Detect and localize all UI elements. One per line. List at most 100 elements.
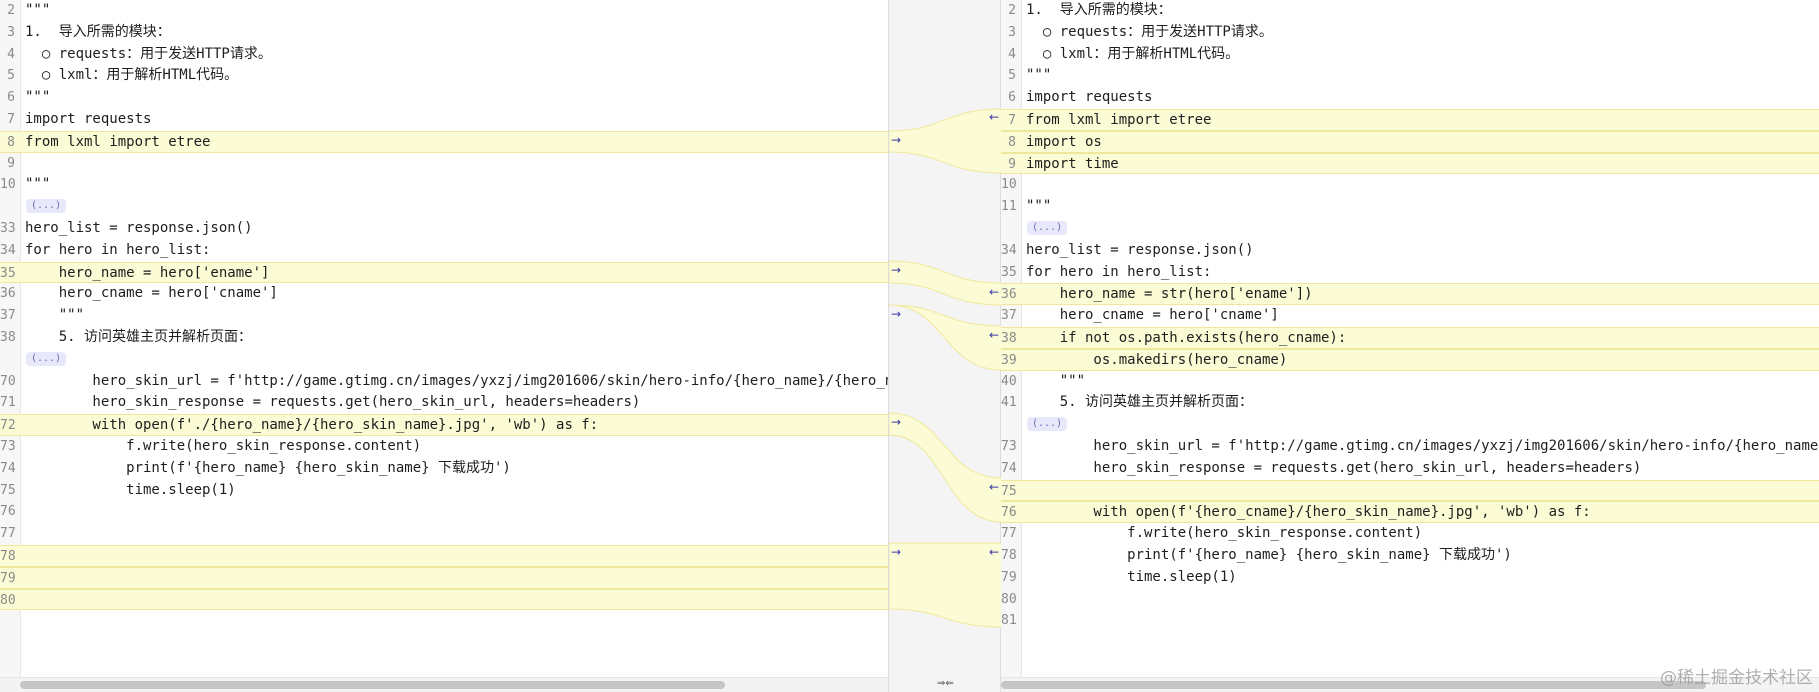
diff-connector-gutter: → ← → ← → ← → ← → ← ⇒⇐ bbox=[888, 0, 1002, 692]
line-number: 77 bbox=[1001, 526, 1017, 542]
line-number: 38 bbox=[1001, 331, 1017, 346]
copy-right-arrow-icon[interactable]: → bbox=[891, 308, 901, 320]
line-number: 70 bbox=[0, 373, 16, 389]
left-scrollbar-thumb[interactable] bbox=[20, 681, 725, 689]
code-line: 4 ○ lxml：用于解析HTML代码。 bbox=[1001, 44, 1819, 66]
code-line: 2 1. 导入所需的模块： bbox=[1001, 0, 1819, 22]
copy-right-arrow-icon[interactable]: → bbox=[891, 416, 901, 428]
code-text: ○ lxml：用于解析HTML代码。 bbox=[1026, 45, 1240, 62]
line-number: 76 bbox=[1001, 505, 1017, 521]
line-number: 7 bbox=[1008, 113, 1016, 128]
code-text: hero_list = response.json() bbox=[25, 220, 253, 236]
code-line: 35 for hero in hero_list: bbox=[1001, 262, 1819, 284]
line-number: 4 bbox=[1008, 46, 1016, 62]
line-number: 81 bbox=[1001, 613, 1017, 629]
code-line: 5 ○ lxml：用于解析HTML代码。 bbox=[0, 65, 888, 87]
code-text: hero_cname = hero['cname'] bbox=[1026, 307, 1279, 324]
code-line: 38 if not os.path.exists(hero_cname): bbox=[1001, 327, 1819, 349]
line-number: 10 bbox=[1001, 177, 1017, 193]
expand-fold-button[interactable]: (...) bbox=[26, 351, 67, 366]
line-number: 37 bbox=[0, 308, 16, 324]
code-line: 6 import requests bbox=[1001, 87, 1819, 109]
copy-left-arrow-icon[interactable]: ← bbox=[989, 286, 999, 298]
code-line: 73 hero_skin_url = f'http://game.gtimg.c… bbox=[1001, 436, 1819, 458]
line-number: 80 bbox=[0, 592, 16, 608]
line-number: 79 bbox=[1001, 569, 1017, 585]
code-line: 74 print(f'{hero_name} {hero_skin_name} … bbox=[0, 458, 888, 480]
code-text: ○ requests：用于发送HTTP请求。 bbox=[25, 45, 272, 62]
code-line: 10 bbox=[1001, 174, 1819, 196]
code-line: 70 hero_skin_url = f'http://game.gtimg.c… bbox=[0, 371, 888, 393]
left-editor-pane[interactable]: 2 """ 3 1. 导入所需的模块： 4 ○ requests：用于发送HTTP请求。… bbox=[0, 0, 888, 692]
code-line: 36 hero_cname = hero['cname'] bbox=[0, 283, 888, 305]
line-number: 74 bbox=[1001, 460, 1017, 476]
code-line: 38 5. 访问英雄主页并解析页面： bbox=[0, 327, 888, 349]
code-text: print(f'{hero_name} {hero_skin_name} 下载成… bbox=[1026, 547, 1512, 563]
code-line: 79 time.sleep(1) bbox=[1001, 567, 1819, 589]
code-line: 3 ○ requests：用于发送HTTP请求。 bbox=[1001, 22, 1819, 44]
code-text: with open(f'./{hero_name}/{hero_skin_nam… bbox=[25, 417, 599, 434]
code-text: ○ lxml：用于解析HTML代码。 bbox=[25, 67, 239, 84]
line-number: 35 bbox=[1001, 264, 1017, 280]
folded-region[interactable]: (...) bbox=[0, 349, 888, 371]
code-line: 8 import os bbox=[1001, 130, 1819, 153]
expand-fold-button[interactable]: (...) bbox=[26, 199, 67, 214]
right-editor-pane[interactable]: 2 1. 导入所需的模块： 3 ○ requests：用于发送HTTP请求。 4 ○ … bbox=[1001, 0, 1819, 692]
code-line: 41 5. 访问英雄主页并解析页面： bbox=[1001, 392, 1819, 414]
code-line: 7 from lxml import etree bbox=[1001, 109, 1819, 131]
line-number: 72 bbox=[0, 418, 16, 434]
code-line: 11 """ bbox=[1001, 196, 1819, 218]
code-line: 78 bbox=[0, 545, 888, 567]
code-line: 77 f.write(hero_skin_response.content) bbox=[1001, 523, 1819, 545]
code-text: os.makedirs(hero_cname) bbox=[1026, 351, 1288, 368]
code-line: 5 """ bbox=[1001, 65, 1819, 87]
copy-left-arrow-icon[interactable]: ← bbox=[989, 329, 999, 341]
copy-left-arrow-icon[interactable]: ← bbox=[989, 546, 999, 558]
code-line: 80 bbox=[0, 588, 888, 611]
code-text: hero_skin_url = f'http://game.gtimg.cn/i… bbox=[1026, 438, 1819, 454]
code-line: 10 """ bbox=[0, 174, 888, 196]
line-number: 80 bbox=[1001, 591, 1017, 607]
copy-right-arrow-icon[interactable]: → bbox=[891, 134, 901, 146]
code-line: 73 f.write(hero_skin_response.content) bbox=[0, 436, 888, 458]
folded-region[interactable]: (...) bbox=[1001, 218, 1819, 240]
code-line: 6 """ bbox=[0, 87, 888, 109]
code-text: for hero in hero_list: bbox=[25, 241, 211, 258]
line-number: 7 bbox=[7, 112, 15, 127]
code-text: import requests bbox=[25, 111, 152, 127]
swap-sides-button[interactable]: ⇒⇐ bbox=[937, 678, 954, 689]
copy-right-arrow-icon[interactable]: → bbox=[891, 264, 901, 276]
code-line: 2 """ bbox=[0, 0, 888, 22]
line-number: 2 bbox=[1008, 3, 1016, 18]
code-text: ○ requests：用于发送HTTP请求。 bbox=[1026, 23, 1273, 40]
copy-left-arrow-icon[interactable]: ← bbox=[989, 111, 999, 123]
code-line: 36 hero_name = str(hero['ename']) bbox=[1001, 283, 1819, 306]
line-number: 71 bbox=[0, 395, 16, 411]
copy-right-arrow-icon[interactable]: → bbox=[891, 546, 901, 558]
code-text: for hero in hero_list: bbox=[1026, 263, 1212, 280]
code-text: f.write(hero_skin_response.content) bbox=[1026, 525, 1423, 542]
line-number: 75 bbox=[0, 482, 16, 498]
code-line: 78 print(f'{hero_name} {hero_skin_name} … bbox=[1001, 545, 1819, 567]
copy-left-arrow-icon[interactable]: ← bbox=[989, 481, 999, 493]
expand-fold-button[interactable]: (...) bbox=[1027, 221, 1068, 235]
code-line: 76 with open(f'{hero_cname}/{hero_skin_n… bbox=[1001, 501, 1819, 524]
folded-region[interactable]: (...) bbox=[0, 196, 888, 218]
line-number: 9 bbox=[7, 155, 15, 171]
line-number: 75 bbox=[1001, 483, 1017, 499]
code-text: print(f'{hero_name} {hero_skin_name} 下载成… bbox=[25, 459, 511, 476]
line-number: 78 bbox=[1001, 548, 1017, 563]
line-number: 35 bbox=[0, 265, 16, 281]
code-text: if not os.path.exists(hero_cname): bbox=[1026, 330, 1347, 346]
diff-connector-curves bbox=[889, 108, 1002, 628]
code-line: 35 hero_name = hero['ename'] bbox=[0, 261, 888, 284]
code-line: 75 bbox=[1001, 479, 1819, 502]
code-line: 80 bbox=[1001, 589, 1819, 611]
code-line: 76 bbox=[0, 501, 888, 523]
code-text: time.sleep(1) bbox=[1026, 568, 1237, 585]
folded-region[interactable]: (...) bbox=[1001, 414, 1819, 436]
left-horizontal-scrollbar[interactable] bbox=[0, 677, 888, 692]
expand-fold-button[interactable]: (...) bbox=[1027, 417, 1068, 432]
code-text: from lxml import etree bbox=[25, 133, 211, 150]
right-scrollbar-thumb[interactable] bbox=[1001, 681, 1706, 689]
